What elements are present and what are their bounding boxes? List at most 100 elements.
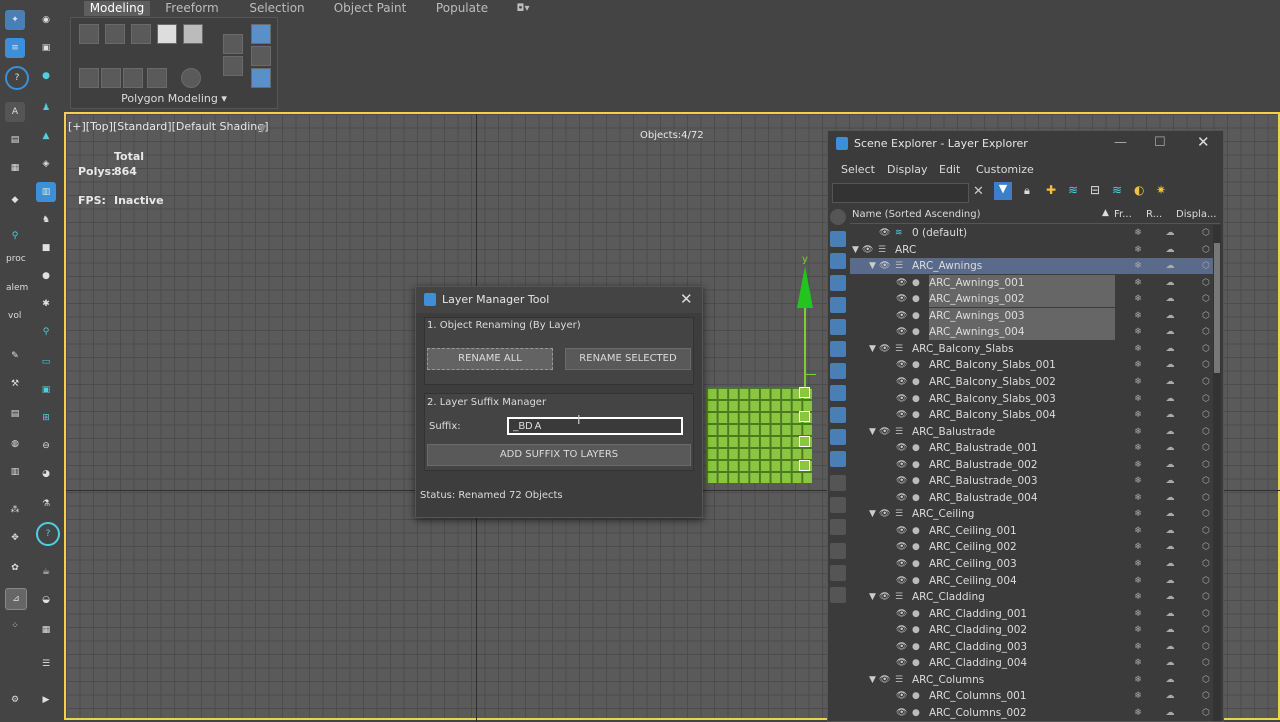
object-row[interactable]: 👁︎ ● ARC_Cladding_001 ❄ ☁ ⬡: [850, 606, 1213, 622]
list-icon[interactable]: ≡: [5, 38, 25, 58]
object-row[interactable]: 👁︎ ● ARC_Balcony_Slabs_001 ❄ ☁ ⬡: [850, 357, 1213, 373]
tool-icon[interactable]: ⚙: [5, 690, 25, 710]
freeze-icon[interactable]: ❄: [1132, 440, 1144, 456]
freeze-icon[interactable]: ❄: [1132, 291, 1144, 307]
viewport-filter-icon[interactable]: ▼: [258, 122, 266, 135]
visibility-eye-icon[interactable]: 👁︎: [896, 539, 908, 555]
freeze-icon[interactable]: ❄: [1132, 308, 1144, 324]
visibility-eye-icon[interactable]: 👁︎: [896, 308, 908, 324]
menu-select[interactable]: Select: [841, 163, 875, 176]
bulb-icon[interactable]: ⚲: [5, 226, 25, 246]
render-icon[interactable]: ☁: [1164, 424, 1176, 440]
render-icon[interactable]: ☁: [1164, 291, 1176, 307]
render-icon[interactable]: ☁: [1164, 473, 1176, 489]
sun-icon[interactable]: ✷: [1156, 183, 1166, 197]
freeze-icon[interactable]: ❄: [1132, 688, 1144, 704]
render-icon[interactable]: ☁: [1164, 391, 1176, 407]
handle-point-4[interactable]: [799, 460, 810, 471]
grid-icon[interactable]: ▦: [5, 158, 25, 178]
render-icon[interactable]: ☁: [1164, 407, 1176, 423]
border-icon[interactable]: [131, 24, 151, 44]
freeze-icon[interactable]: ❄: [1132, 357, 1144, 373]
display-icon[interactable]: ⬡: [1200, 391, 1212, 407]
display-icon[interactable]: ⬡: [1200, 308, 1212, 324]
help-icon[interactable]: ?: [5, 66, 29, 90]
vertex-icon[interactable]: [79, 24, 99, 44]
visibility-eye-icon[interactable]: 👁︎: [879, 672, 891, 688]
cluster-icon[interactable]: ✿: [5, 558, 25, 578]
tab-selection[interactable]: Selection: [244, 1, 310, 16]
display-icon[interactable]: ⬡: [1200, 606, 1212, 622]
freeze-icon[interactable]: ❄: [1132, 622, 1144, 638]
visibility-eye-icon[interactable]: 👁︎: [896, 275, 908, 291]
display-icon[interactable]: ⬡: [1200, 490, 1212, 506]
freeze-icon[interactable]: ❄: [1132, 490, 1144, 506]
polygon-icon[interactable]: [157, 24, 177, 44]
visibility-eye-icon[interactable]: 👁︎: [896, 639, 908, 655]
viewport-label[interactable]: [+][Top][Standard][Default Shading]: [68, 120, 269, 133]
window-icon[interactable]: ▣: [36, 380, 56, 400]
freeze-icon[interactable]: ❄: [1132, 573, 1144, 589]
visibility-eye-icon[interactable]: 👁︎: [896, 523, 908, 539]
visibility-eye-icon[interactable]: 👁︎: [896, 606, 908, 622]
render-icon[interactable]: ☁: [1164, 490, 1176, 506]
lock-icon[interactable]: 🔒︎: [1024, 184, 1030, 198]
figure-icon[interactable]: ♟: [36, 98, 56, 118]
render-icon[interactable]: ☁: [1164, 341, 1176, 357]
freeze-icon[interactable]: ❄: [1132, 258, 1144, 274]
new-layer-icon[interactable]: ✚: [1046, 183, 1056, 197]
tab-modeling[interactable]: Modeling: [84, 1, 150, 16]
visibility-eye-icon[interactable]: 👁︎: [896, 705, 908, 721]
render-icon[interactable]: ☁: [1164, 324, 1176, 340]
display-icon[interactable]: ⬡: [1200, 589, 1212, 605]
render-icon[interactable]: ☁: [1164, 655, 1176, 671]
visibility-eye-icon[interactable]: 👁︎: [896, 407, 908, 423]
layer-add-icon[interactable]: ≋: [1112, 183, 1122, 197]
display-icon[interactable]: ⬡: [1200, 705, 1212, 721]
render-icon[interactable]: ☁: [1164, 589, 1176, 605]
render-icon[interactable]: ☁: [1164, 705, 1176, 721]
object-row[interactable]: 👁︎ ● ARC_Awnings_002 ❄ ☁ ⬡: [850, 291, 1213, 308]
minimize-icon[interactable]: —: [1114, 135, 1127, 150]
object-row[interactable]: 👁︎ ● ARC_Balustrade_002 ❄ ☁ ⬡: [850, 457, 1213, 473]
horizon-icon[interactable]: ⊖: [36, 436, 56, 456]
visibility-eye-icon[interactable]: 👁︎: [896, 391, 908, 407]
freeze-icon[interactable]: ❄: [1132, 424, 1144, 440]
visibility-eye-icon[interactable]: 👁︎: [896, 324, 908, 340]
freeze-icon[interactable]: ❄: [1132, 391, 1144, 407]
freeze-icon[interactable]: ❄: [1132, 407, 1144, 423]
polygon-modeling-dropdown[interactable]: Polygon Modeling ▾: [71, 90, 277, 108]
freeze-icon[interactable]: ❄: [1132, 324, 1144, 340]
display-icon[interactable]: ⬡: [1200, 242, 1212, 258]
col-name[interactable]: Name (Sorted Ascending): [852, 209, 981, 220]
menu-customize[interactable]: Customize: [976, 163, 1034, 176]
object-row[interactable]: 👁︎ ● ARC_Ceiling_003 ❄ ☁ ⬡: [850, 556, 1213, 572]
freeze-icon[interactable]: ❄: [1132, 672, 1144, 688]
cube-icon[interactable]: ■: [36, 238, 56, 258]
visibility-eye-icon[interactable]: 👁︎: [896, 490, 908, 506]
visibility-eye-icon[interactable]: 👁︎: [879, 341, 891, 357]
handle-point-2[interactable]: [799, 411, 810, 422]
dome-icon[interactable]: ◒: [36, 590, 56, 610]
snap-icon[interactable]: ⊿: [5, 588, 27, 610]
display-icon[interactable]: ⬡: [1200, 688, 1212, 704]
display-icon[interactable]: ⬡: [1200, 324, 1212, 340]
ignore-icon[interactable]: [181, 68, 201, 88]
col-frozen[interactable]: Fr...: [1114, 209, 1132, 220]
freeze-icon[interactable]: ❄: [1132, 523, 1144, 539]
maximize-icon[interactable]: ☐: [1154, 135, 1166, 150]
tab-populate[interactable]: Populate: [430, 1, 494, 16]
globe-icon[interactable]: ◍: [5, 434, 25, 454]
layers-stack-icon[interactable]: ≋: [1068, 183, 1078, 197]
display-icon[interactable]: ⬡: [1200, 440, 1212, 456]
render-icon[interactable]: ☁: [1164, 506, 1176, 522]
text-icon[interactable]: A: [5, 102, 25, 122]
link-icon[interactable]: ◈: [36, 154, 56, 174]
visibility-eye-icon[interactable]: 👁︎: [879, 258, 891, 274]
display-icon[interactable]: ⬡: [1200, 622, 1212, 638]
close-icon[interactable]: ✕: [1197, 133, 1210, 151]
create-icon[interactable]: ✦: [5, 10, 25, 30]
freeze-icon[interactable]: ❄: [1132, 341, 1144, 357]
object-row[interactable]: 👁︎ ● ARC_Columns_001 ❄ ☁ ⬡: [850, 688, 1213, 704]
display-icon[interactable]: ⬡: [1200, 506, 1212, 522]
